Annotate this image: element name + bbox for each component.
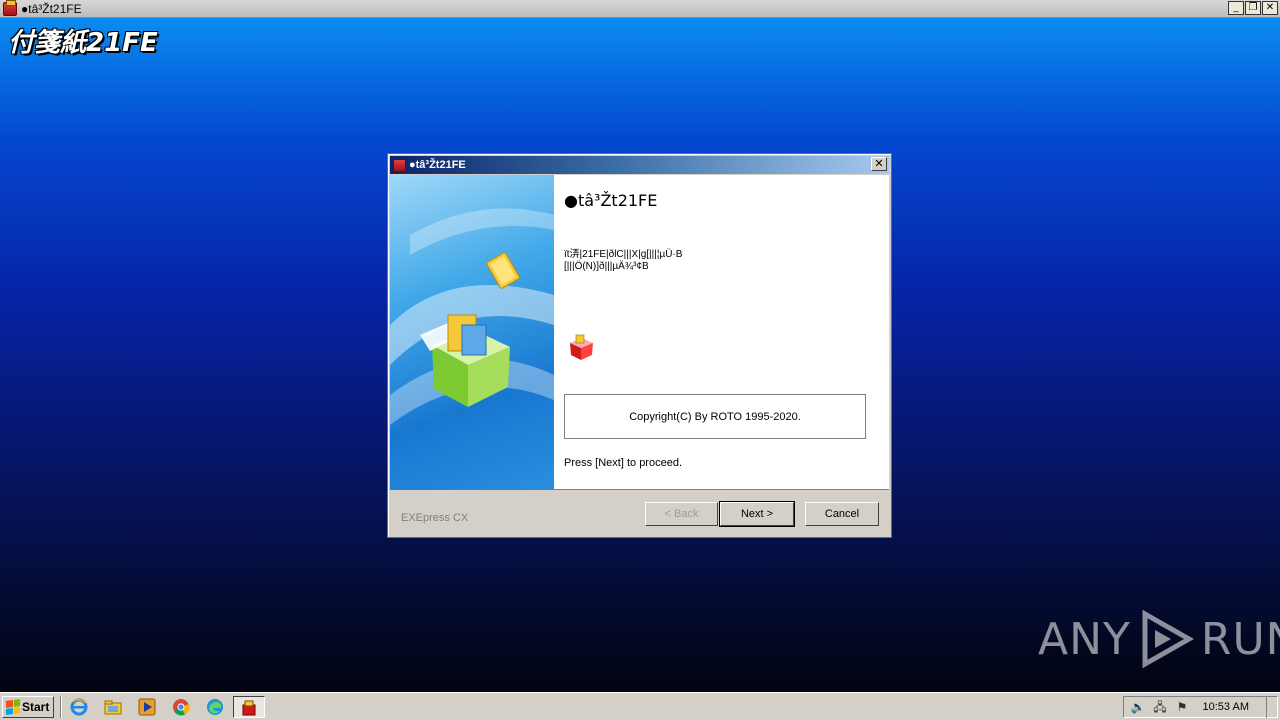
dialog-titlebar: ●tâ³Žt21FE ✕ [390,156,889,174]
proceed-instruction: Press [Next] to proceed. [564,457,682,469]
edge-icon[interactable] [206,698,224,716]
installer-icon [242,700,256,716]
setup-dialog: ●tâ³Žt21FE ✕ ●tâ³Žt21FE ït㳥|21FE|ðlC|||X… [387,153,892,538]
dialog-close-button[interactable]: ✕ [871,157,887,171]
box-illustration-icon [390,208,554,425]
window-title: ●tâ³Žt21FE [21,1,82,16]
copyright-text: Copyright(C) By ROTO 1995-2020. [629,410,801,423]
media-player-icon[interactable] [138,698,156,716]
network-icon[interactable]: 🖧 [1152,699,1168,715]
dialog-content: ●tâ³Žt21FE ït㳥|21FE|ðlC|||X|g[|||¦µÜ·B [… [564,175,884,490]
brand-title: 付箋紙21FE [8,28,158,58]
explorer-icon[interactable] [104,698,122,716]
app-icon [3,0,17,16]
ie-icon[interactable] [70,698,88,716]
start-button[interactable]: Start [2,696,54,718]
dialog-title: ●tâ³Žt21FE [409,159,466,171]
anyrun-watermark: ANY RUN [1038,610,1280,668]
cancel-button[interactable]: Cancel [805,502,879,526]
outer-titlebar: ●tâ³Žt21FE _ ❐ ✕ [0,0,1280,18]
description-text: ït㳥|21FE|ðlC|||X|g[|||¦µÜ·B [|||Ö(N)]ð||… [564,249,682,273]
watermark-right-text: RUN [1200,613,1280,665]
system-tray: 🔈 🖧 ⚑ 10:53 AM [1123,696,1278,718]
back-button[interactable]: < Back [645,502,718,526]
description-line-1: ït㳥|21FE|ðlC|||X|g[|||¦µÜ·B [564,249,683,260]
window-controls: _ ❐ ✕ [1228,1,1278,15]
show-desktop-button[interactable] [1266,696,1278,718]
restore-button[interactable]: ❐ [1245,1,1261,15]
taskbar-separator [60,696,62,718]
volume-icon[interactable]: 🔈 [1130,699,1146,715]
play-logo-icon [1142,610,1194,668]
windows-logo-icon [6,699,20,715]
dialog-body: ●tâ³Žt21FE ït㳥|21FE|ðlC|||X|g[|||¦µÜ·B [… [390,175,889,490]
description-line-2: [|||Ö(N)]ð|||µÄ­¾³¢B [564,261,649,272]
installer-brand-label: EXEpress CX [401,512,469,524]
side-banner-image [390,175,554,490]
copyright-box: Copyright(C) By ROTO 1995-2020. [564,394,866,439]
clock[interactable]: 10:53 AM [1203,701,1249,713]
dialog-app-icon [393,158,406,172]
watermark-left-text: ANY [1038,613,1131,665]
flag-icon[interactable]: ⚑ [1174,699,1190,715]
minimize-button[interactable]: _ [1228,1,1244,15]
installer-task-button[interactable] [233,696,265,718]
start-label: Start [22,700,50,714]
next-button[interactable]: Next > [719,501,795,527]
taskbar: Start 🔈 🖧 ⚑ 10:53 AM [0,692,1280,720]
product-heading: ●tâ³Žt21FE [564,191,658,210]
close-button[interactable]: ✕ [1262,1,1278,15]
package-icon [570,334,593,360]
chrome-icon[interactable] [172,698,190,716]
